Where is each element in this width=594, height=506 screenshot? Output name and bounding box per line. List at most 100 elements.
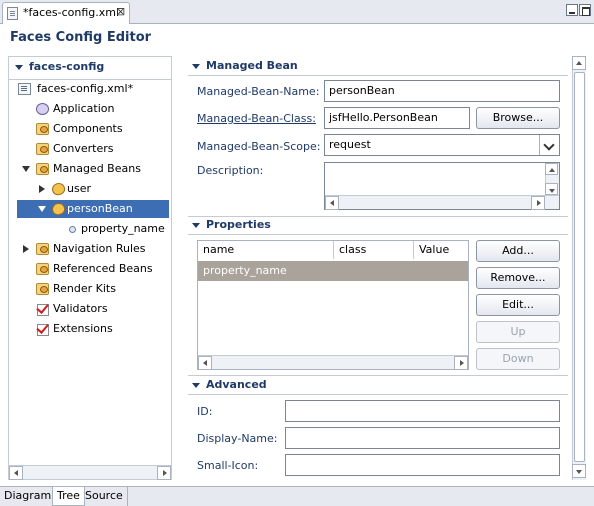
render-kits-folder-icon: [36, 283, 49, 295]
tab-tree[interactable]: Tree: [52, 487, 85, 506]
xml-file-icon: [7, 7, 18, 20]
extension-check-icon: [36, 323, 49, 336]
tree-item-label: Application: [53, 102, 115, 115]
scroll-down-icon[interactable]: [545, 183, 558, 195]
components-folder-icon: [36, 123, 49, 135]
scroll-left-icon[interactable]: [198, 356, 212, 370]
managed-bean-name-label: Managed-Bean-Name:: [197, 85, 320, 98]
tree-item-faces-config-xml[interactable]: faces-config.xml*: [9, 80, 171, 98]
tree-item-validators[interactable]: Validators: [9, 300, 171, 318]
small-icon-field[interactable]: [285, 454, 560, 476]
description-label: Description:: [197, 164, 264, 177]
edit-property-button[interactable]: Edit...: [476, 294, 560, 316]
close-tab-icon[interactable]: ⊠: [116, 5, 125, 18]
tree-item-extensions[interactable]: Extensions: [9, 320, 171, 338]
property-icon: [69, 226, 76, 233]
tree-item-render-kits[interactable]: Render Kits: [9, 280, 171, 298]
properties-section-header[interactable]: Properties: [192, 218, 271, 231]
tree-item-label: Referenced Beans: [53, 262, 153, 275]
column-header-class[interactable]: class: [334, 241, 414, 259]
section-divider: [188, 216, 568, 217]
section-divider: [188, 375, 568, 376]
scroll-right-icon[interactable]: [454, 356, 468, 370]
tree-item-managed-beans[interactable]: Managed Beans: [9, 160, 171, 178]
tree-item-components[interactable]: Components: [9, 120, 171, 138]
id-label: ID:: [197, 405, 213, 418]
scroll-left-icon[interactable]: [325, 196, 339, 210]
id-field[interactable]: [285, 400, 560, 422]
tree-item-referenced-beans[interactable]: Referenced Beans: [9, 260, 171, 278]
editor-tab-bar: *faces-config.xml ⊠: [0, 0, 594, 24]
faces-config-tree: faces-config.xml* Application Components…: [9, 79, 171, 469]
tree-item-user[interactable]: user: [9, 180, 171, 198]
description-textarea[interactable]: [324, 162, 560, 210]
scroll-left-icon[interactable]: [9, 466, 23, 480]
section-divider: [188, 394, 568, 395]
validator-check-icon: [36, 303, 49, 316]
tree-item-navigation-rules[interactable]: Navigation Rules: [9, 240, 171, 258]
tree-item-property-name[interactable]: property_name: [9, 220, 171, 238]
scroll-right-icon[interactable]: [531, 196, 545, 210]
advanced-section-header[interactable]: Advanced: [192, 378, 267, 391]
expand-toggle-icon[interactable]: [22, 166, 30, 172]
bean-icon: [50, 201, 67, 217]
tree-section-title: faces-config: [29, 60, 105, 73]
small-icon-label: Small-Icon:: [197, 459, 259, 472]
scrollbar-thumb[interactable]: [574, 72, 585, 462]
expand-toggle-icon[interactable]: [39, 185, 45, 193]
move-down-button[interactable]: Down: [476, 348, 560, 370]
tree-item-label: personBean: [67, 202, 133, 215]
maximize-icon[interactable]: [579, 4, 591, 16]
table-cell-name: property_name: [203, 264, 287, 277]
column-header-value[interactable]: Value: [414, 241, 468, 259]
collapse-triangle-icon: [15, 64, 23, 70]
scroll-down-icon[interactable]: [572, 464, 586, 478]
move-up-button[interactable]: Up: [476, 321, 560, 343]
add-property-button[interactable]: Add...: [476, 240, 560, 262]
table-row[interactable]: property_name: [198, 261, 468, 281]
details-panel: Managed Bean Managed-Bean-Name: personBe…: [188, 56, 572, 480]
managed-bean-section-header[interactable]: Managed Bean: [192, 59, 298, 72]
managed-bean-class-field[interactable]: jsfHello.PersonBean: [324, 107, 470, 129]
properties-section-title: Properties: [206, 218, 271, 231]
remove-property-button[interactable]: Remove...: [476, 267, 560, 289]
scroll-right-icon[interactable]: [157, 466, 171, 480]
properties-table: name class Value property_name: [197, 240, 469, 370]
tree-section-header[interactable]: faces-config: [15, 60, 104, 73]
editor-tab-faces-config[interactable]: *faces-config.xml ⊠: [2, 2, 130, 24]
editor-tab-title: *faces-config.xml: [23, 6, 120, 19]
bean-icon: [50, 181, 67, 197]
section-divider: [188, 234, 568, 235]
expand-toggle-icon[interactable]: [38, 206, 46, 212]
editor-page-tabs: Diagram Tree Source: [0, 486, 594, 506]
scroll-up-icon[interactable]: [572, 56, 586, 70]
tab-diagram[interactable]: Diagram: [0, 487, 57, 506]
description-horizontal-scrollbar[interactable]: [325, 195, 559, 210]
display-name-field[interactable]: [285, 427, 560, 449]
tab-source[interactable]: Source: [81, 487, 128, 506]
tree-item-application[interactable]: Application: [9, 100, 171, 118]
properties-horizontal-scrollbar[interactable]: [198, 355, 468, 370]
chevron-down-icon[interactable]: [539, 135, 559, 155]
tree-item-label: Components: [53, 122, 123, 135]
tree-item-label: Navigation Rules: [53, 242, 146, 255]
tree-horizontal-scrollbar[interactable]: [9, 465, 171, 480]
tree-item-converters[interactable]: Converters: [9, 140, 171, 158]
column-header-name[interactable]: name: [198, 241, 334, 259]
editor-title: Faces Config Editor: [10, 30, 152, 45]
editor-vertical-scrollbar[interactable]: [572, 56, 586, 480]
managed-bean-scope-select[interactable]: request: [324, 134, 560, 156]
expand-toggle-icon[interactable]: [23, 245, 29, 253]
referenced-beans-folder-icon: [36, 263, 49, 275]
tree-item-personbean[interactable]: personBean: [17, 200, 169, 218]
scroll-up-icon[interactable]: [545, 163, 558, 175]
managed-bean-scope-label: Managed-Bean-Scope:: [197, 140, 321, 153]
managed-bean-class-link[interactable]: Managed-Bean-Class:: [197, 112, 316, 125]
description-vertical-scrollbar[interactable]: [545, 163, 559, 195]
tree-item-label: property_name: [81, 222, 165, 235]
browse-button[interactable]: Browse...: [476, 107, 560, 129]
tree-item-label: Render Kits: [53, 282, 116, 295]
managed-beans-folder-icon: [36, 163, 49, 175]
minimize-icon[interactable]: [566, 4, 578, 16]
managed-bean-name-field[interactable]: personBean: [324, 80, 560, 102]
